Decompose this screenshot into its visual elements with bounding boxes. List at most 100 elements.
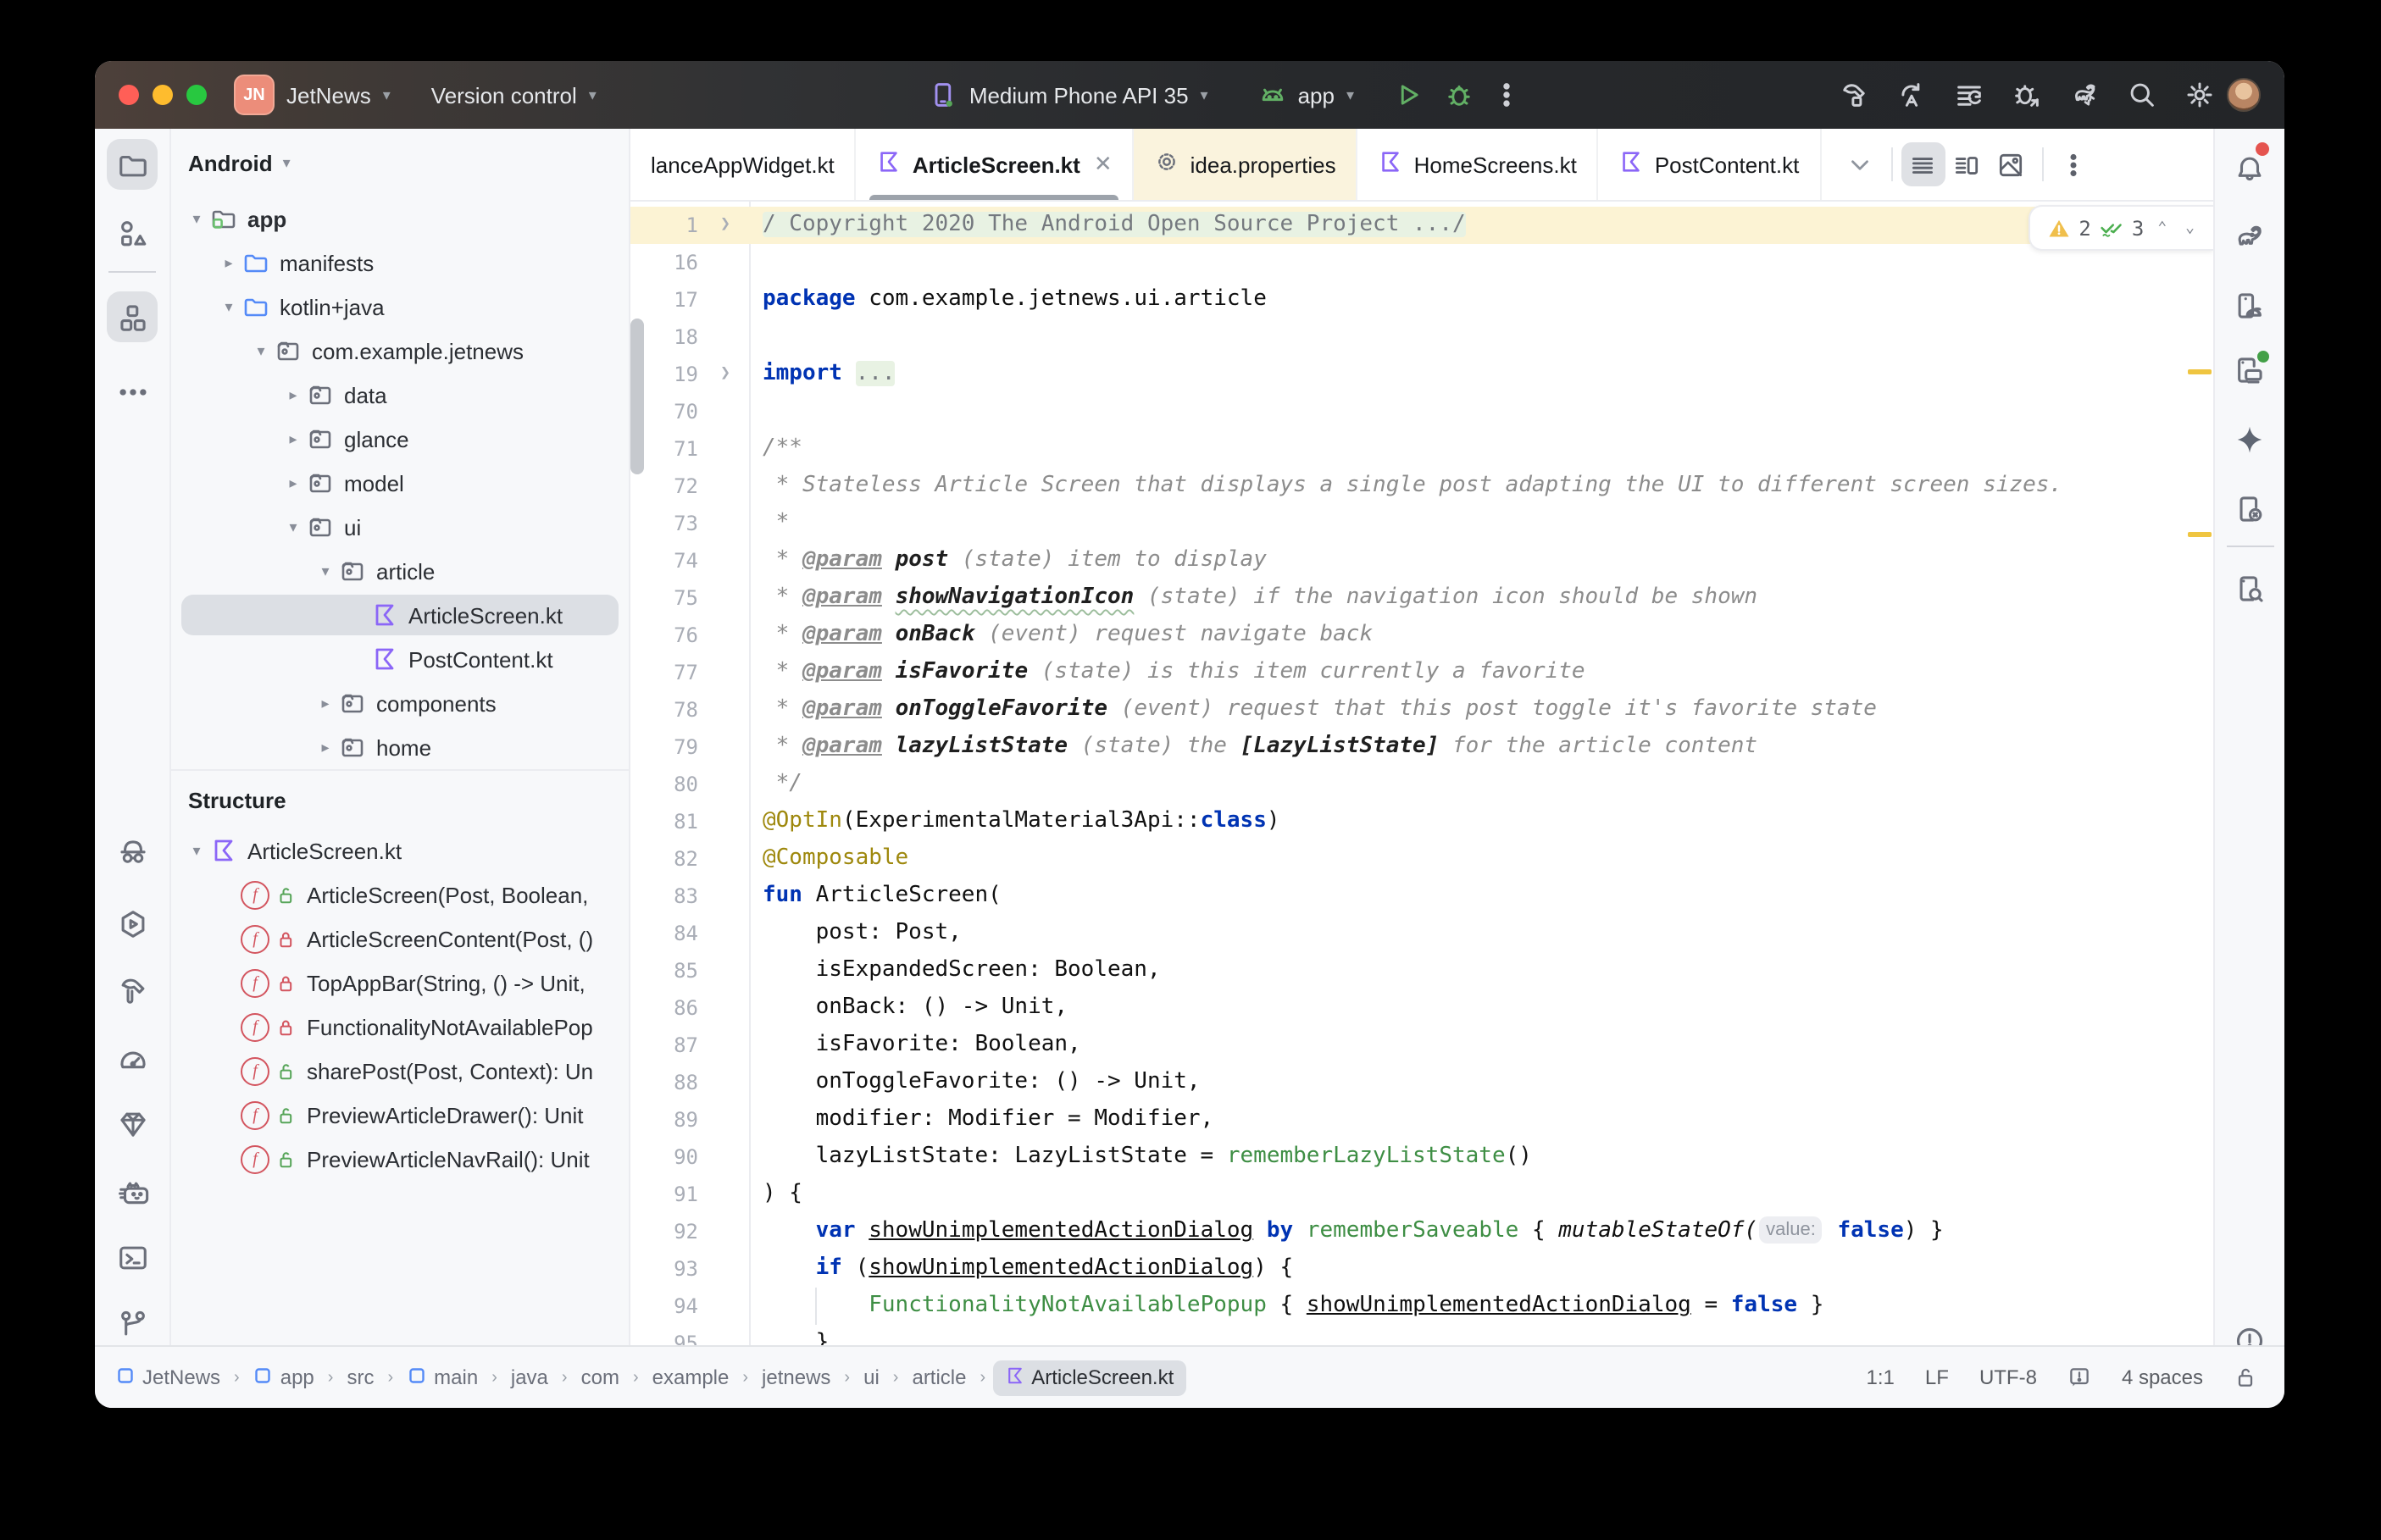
attach-debugger-icon[interactable] <box>2010 78 2044 112</box>
project-folder-icon[interactable] <box>107 139 158 190</box>
project-tree-item-components[interactable]: ▸ components <box>171 681 629 725</box>
previous-problem-icon[interactable]: ⌃ <box>2152 219 2172 236</box>
code-view-icon[interactable] <box>1901 142 1945 186</box>
code-line-18[interactable]: 18 <box>630 319 2213 356</box>
build-icon[interactable] <box>107 964 158 1015</box>
code-line-1[interactable]: 1 ❯ / Copyright 2020 The Android Open Sour… <box>630 207 2213 244</box>
code-line-78[interactable]: 78 * @param onToggleFavorite (event) req… <box>630 691 2213 728</box>
code-line-88[interactable]: 88 onToggleFavorite: () -> Unit, <box>630 1064 2213 1101</box>
breadcrumb-item-com[interactable]: com <box>574 1362 626 1393</box>
code-line-79[interactable]: 79 * @param lazyListState (state) the [L… <box>630 728 2213 766</box>
structure-function-sharepost[interactable]: f sharePost(Post, Context): Un <box>171 1049 629 1093</box>
project-tree-item-kotlin-java[interactable]: ▾ kotlin+java <box>171 285 629 329</box>
editor-tab-homescreens-kt[interactable]: HomeScreens.kt <box>1358 129 1599 200</box>
user-avatar[interactable] <box>2227 78 2262 112</box>
project-tree-item-articlescreen-kt[interactable]: ArticleScreen.kt <box>171 593 629 637</box>
structure-function-functionalitynotavailablepop[interactable]: f FunctionalityNotAvailablePop <box>171 1005 629 1049</box>
breadcrumb-item-article[interactable]: article <box>905 1362 973 1393</box>
chevron-down-icon[interactable]: ▾ <box>217 297 241 316</box>
code-line-75[interactable]: 75 * @param showNavigationIcon (state) i… <box>630 579 2213 617</box>
fold-expand-icon[interactable]: ❯ <box>712 207 739 244</box>
project-view-selector[interactable]: Android ▾ <box>171 129 629 197</box>
layout-inspector-icon[interactable] <box>2224 562 2275 613</box>
structure-function-topappbar[interactable]: f TopAppBar(String, () -> Unit, <box>171 961 629 1005</box>
editor-tab-postcontent-kt[interactable]: PostContent.kt <box>1599 129 1822 200</box>
code-line-93[interactable]: 93 if (showUnimplementedActionDialog) { <box>630 1250 2213 1288</box>
profiler-icon[interactable] <box>107 1032 158 1083</box>
project-tree-item-postcontent-kt[interactable]: PostContent.kt <box>171 637 629 681</box>
chevron-down-icon[interactable]: ▾ <box>249 341 273 360</box>
resource-manager-icon[interactable] <box>107 207 158 258</box>
chevron-right-icon[interactable]: ▸ <box>314 694 337 712</box>
code-line-95[interactable]: 95 } <box>630 1325 2213 1347</box>
search-icon[interactable] <box>2125 78 2159 112</box>
more-tools-icon[interactable] <box>107 366 158 417</box>
project-tree-item-data[interactable]: ▸ data <box>171 373 629 417</box>
device-manager-icon[interactable] <box>2224 280 2275 330</box>
version-control-icon[interactable] <box>107 1298 158 1349</box>
warning-stripe-mark[interactable] <box>2188 532 2212 537</box>
device-selector[interactable]: Medium Phone API 35 ▾ <box>927 78 1208 112</box>
editor-scrollbar[interactable] <box>630 319 644 474</box>
code-line-17[interactable]: 17 package com.example.jetnews.ui.article <box>630 281 2213 319</box>
code-line-77[interactable]: 77 * @param isFavorite (state) is this i… <box>630 654 2213 691</box>
terminal-icon[interactable] <box>107 1232 158 1282</box>
breadcrumb-item-src[interactable]: src <box>340 1362 380 1393</box>
gradle-icon[interactable] <box>2224 210 2275 261</box>
code-line-72[interactable]: 72 * Stateless Article Screen that displ… <box>630 468 2213 505</box>
code-line-82[interactable]: 82 @Composable <box>630 840 2213 878</box>
sync-apply-icon[interactable] <box>1895 78 1929 112</box>
build-hammer-icon[interactable] <box>1837 78 1871 112</box>
minimize-window-button[interactable] <box>153 85 173 105</box>
breadcrumb-item-app[interactable]: app <box>247 1361 321 1393</box>
project-tree-item-glance[interactable]: ▸ glance <box>171 417 629 461</box>
code-line-91[interactable]: 91) { <box>630 1176 2213 1213</box>
project-tree-item-article[interactable]: ▾ article <box>171 549 629 593</box>
run-configuration-selector[interactable]: app ▾ <box>1256 78 1354 112</box>
breadcrumb-item-articlescreen-kt[interactable]: ArticleScreen.kt <box>992 1360 1186 1395</box>
warning-stripe-mark[interactable] <box>2188 369 2212 374</box>
structure-function-previewarticledrawer[interactable]: f PreviewArticleDrawer(): Unit <box>171 1093 629 1137</box>
chevron-right-icon[interactable]: ▸ <box>217 253 241 272</box>
hidden-tabs-chevron-icon[interactable] <box>1838 142 1882 186</box>
run-button[interactable] <box>1391 78 1425 112</box>
breadcrumb-item-main[interactable]: main <box>400 1361 485 1393</box>
chevron-down-icon[interactable]: ▾ <box>185 209 208 228</box>
logcat-icon[interactable] <box>107 1167 158 1218</box>
close-window-button[interactable] <box>119 85 139 105</box>
editor-tab-articlescreen-kt[interactable]: ArticleScreen.kt ✕ <box>857 129 1135 200</box>
code-line-94[interactable]: 94 FunctionalityNotAvailablePopup { show… <box>630 1288 2213 1325</box>
app-quality-insights-icon[interactable] <box>107 827 158 878</box>
breadcrumb-item-jetnews[interactable]: JetNews <box>108 1361 227 1393</box>
code-line-85[interactable]: 85 isExpandedScreen: Boolean, <box>630 952 2213 989</box>
inspections-status-icon[interactable] <box>2067 1366 2091 1389</box>
build-variants-icon[interactable] <box>1952 78 1986 112</box>
project-tree-item-home[interactable]: ▸ home <box>171 725 629 769</box>
zoom-window-button[interactable] <box>186 85 207 105</box>
chevron-right-icon[interactable]: ▸ <box>314 738 337 756</box>
settings-gear-icon[interactable] <box>2183 78 2217 112</box>
indent-config[interactable]: 4 spaces <box>2122 1366 2203 1389</box>
gemini-icon[interactable] <box>2224 413 2275 464</box>
chevron-down-icon[interactable]: ▾ <box>314 562 337 580</box>
file-encoding[interactable]: UTF-8 <box>1979 1366 2037 1389</box>
structure-root-item[interactable]: ▾ ArticleScreen.kt <box>171 828 629 872</box>
breadcrumb-item-java[interactable]: java <box>504 1362 555 1393</box>
running-devices-icon[interactable] <box>2224 344 2275 395</box>
editor-tab-lanceappwidget-kt[interactable]: lanceAppWidget.kt <box>630 129 857 200</box>
close-tab-icon[interactable]: ✕ <box>1094 151 1113 178</box>
editor-options-icon[interactable] <box>2051 142 2095 186</box>
code-line-71[interactable]: 71/** <box>630 430 2213 468</box>
chevron-down-icon[interactable]: ▾ <box>281 518 305 536</box>
structure-function-articlescreencontent[interactable]: f ArticleScreenContent(Post, () <box>171 917 629 961</box>
project-tree-item-app[interactable]: ▾ app <box>171 197 629 241</box>
code-line-76[interactable]: 76 * @param onBack (event) request navig… <box>630 617 2213 654</box>
chevron-right-icon[interactable]: ▸ <box>281 429 305 448</box>
app-inspection-icon[interactable] <box>107 1098 158 1149</box>
breadcrumb-item-example[interactable]: example <box>646 1362 736 1393</box>
lock-icon[interactable] <box>2234 1366 2257 1389</box>
project-tree-item-model[interactable]: ▸ model <box>171 461 629 505</box>
structure-icon[interactable] <box>107 291 158 342</box>
device-mirroring-icon[interactable] <box>2224 483 2275 534</box>
project-tree-item-ui[interactable]: ▾ ui <box>171 505 629 549</box>
